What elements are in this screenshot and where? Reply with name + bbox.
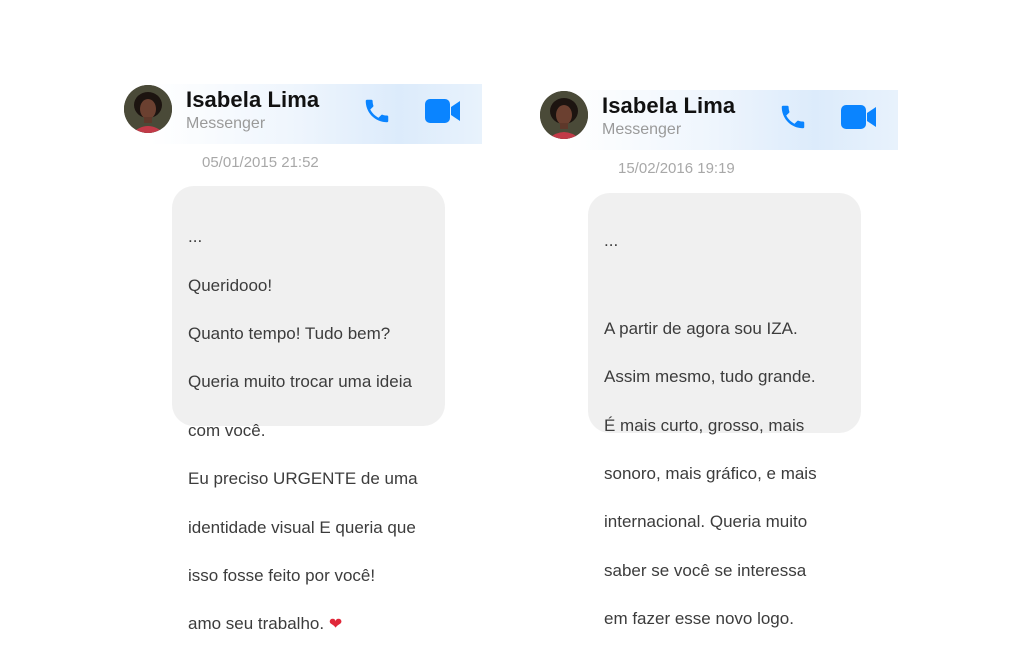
platform-label: Messenger	[602, 121, 682, 138]
video-camera-icon[interactable]	[422, 94, 464, 128]
video-camera-icon[interactable]	[838, 100, 880, 134]
phone-icon[interactable]	[360, 94, 394, 128]
message-line: internacional. Queria muito	[604, 512, 808, 532]
message-line: A partir de agora sou IZA.	[604, 318, 798, 338]
contact-name: Isabela Lima	[602, 93, 736, 118]
message-line: Queridooo!	[188, 275, 273, 295]
conversation-left: Isabela Lima Messenger 05/01/2015 21:52 …	[0, 0, 512, 633]
message-bubble[interactable]: ... A partir de agora sou IZA. Assim mes…	[588, 193, 861, 628]
message-line: ...	[188, 227, 203, 247]
message-line: Queria muito trocar uma ideia	[188, 372, 412, 392]
message-line: Assim mesmo, tudo grande.	[604, 367, 816, 387]
message-line: saber se você se interessa	[604, 560, 807, 580]
message-line-last: amo seu trabalho. ❤	[188, 612, 431, 637]
message-line: Quanto tempo! Tudo bem?	[188, 324, 391, 344]
message-line: Eu preciso URGENTE de uma	[188, 469, 418, 489]
message-line: isso fosse feito por você!	[188, 566, 376, 586]
heart-emoji: ❤	[328, 616, 343, 634]
phone-icon[interactable]	[776, 100, 810, 134]
message-line: em fazer esse novo logo.	[604, 609, 794, 629]
message-timestamp: 15/02/2016 19:19	[618, 160, 735, 177]
message-timestamp: 05/01/2015 21:52	[202, 154, 319, 171]
avatar[interactable]	[124, 85, 172, 133]
platform-label: Messenger	[186, 115, 266, 132]
message-line	[604, 278, 847, 293]
message-line: ...	[604, 231, 619, 251]
message-line: identidade visual E queria que	[188, 517, 416, 537]
message-line: sonoro, mais gráfico, e mais	[604, 464, 817, 484]
contact-name: Isabela Lima	[186, 87, 320, 112]
message-line: com você.	[188, 420, 266, 440]
avatar[interactable]	[540, 91, 588, 139]
message-text: amo seu trabalho.	[188, 614, 325, 634]
message-line: É mais curto, grosso, mais	[604, 415, 805, 435]
message-bubble[interactable]: ... Queridooo! Quanto tempo! Tudo bem? Q…	[172, 186, 445, 633]
